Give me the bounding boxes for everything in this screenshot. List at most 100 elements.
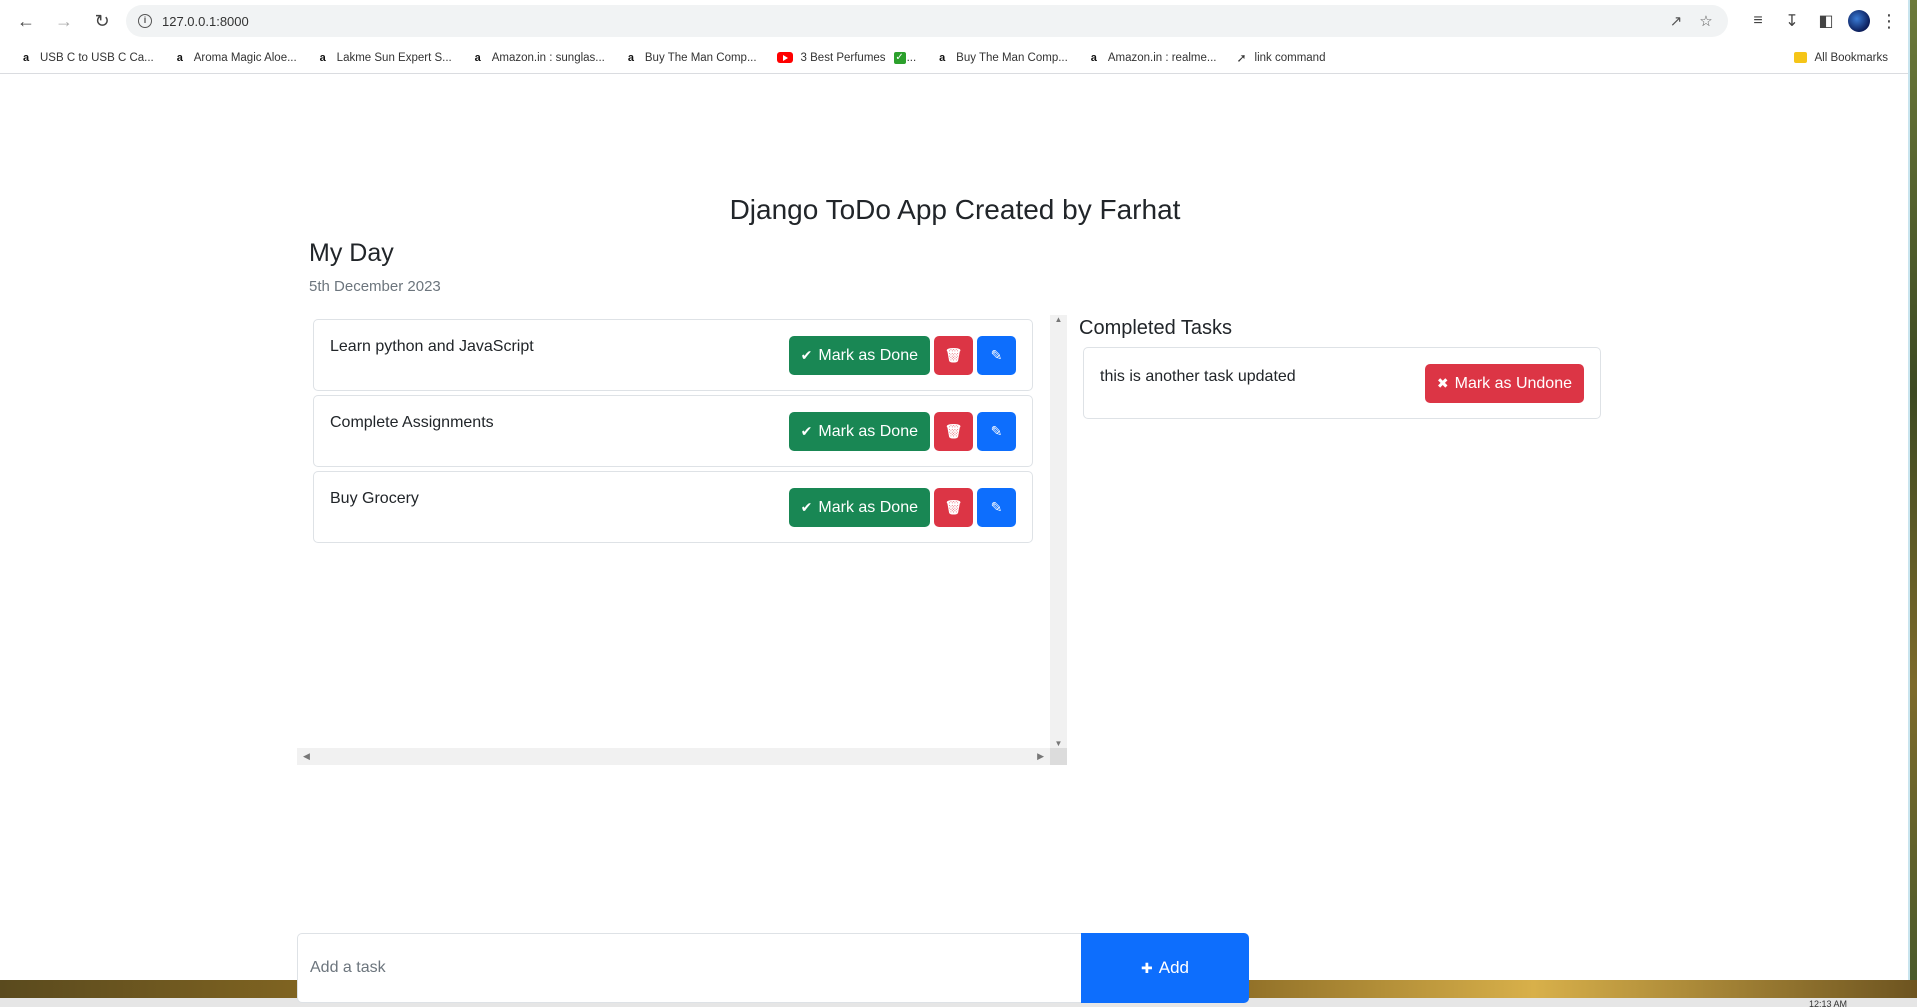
task-actions: ✖ Mark as Undone bbox=[1424, 364, 1584, 403]
bookmark-item[interactable]: 3 Best Perfumes ✓... bbox=[776, 51, 917, 64]
day-title: My Day bbox=[309, 239, 394, 267]
tasks-scroll-container[interactable]: Learn python and JavaScript ✔ Mark as Do… bbox=[297, 315, 1067, 765]
bookmark-label: Amazon.in : realme... bbox=[1107, 51, 1217, 64]
mark-done-button[interactable]: ✔ Mark as Done bbox=[788, 336, 930, 375]
completed-task-text: this is another task updated bbox=[1100, 368, 1296, 385]
pencil-icon: ✎ bbox=[990, 423, 1003, 439]
reload-icon[interactable]: ↻ bbox=[88, 7, 116, 35]
edit-button[interactable]: ✎ bbox=[977, 412, 1016, 451]
amazon-icon: a bbox=[1090, 51, 1097, 64]
check-icon: ✔ bbox=[800, 347, 813, 363]
bookmark-label: Lakme Sun Expert S... bbox=[336, 51, 452, 64]
task-actions: ✔ Mark as Done 🗑 ✎ bbox=[788, 336, 1016, 375]
folder-icon bbox=[1793, 52, 1807, 63]
mark-done-label: Mark as Done bbox=[818, 498, 918, 516]
profile-avatar-icon[interactable] bbox=[1848, 10, 1870, 32]
bookmark-item[interactable]: ➚ link command bbox=[1236, 51, 1325, 65]
taskbar-clock: 12:13 AM bbox=[1808, 999, 1847, 1007]
mark-done-label: Mark as Done bbox=[818, 422, 918, 440]
bookmark-label: Buy The Man Comp... bbox=[644, 51, 757, 64]
delete-button[interactable]: 🗑 bbox=[934, 488, 973, 527]
add-task-button[interactable]: ✚ Add bbox=[1081, 933, 1249, 1003]
bookmark-item[interactable]: a Aroma Magic Aloe... bbox=[174, 52, 297, 64]
scroll-left-icon[interactable]: ◀ bbox=[303, 751, 310, 762]
bookmark-ellipsis: ... bbox=[906, 51, 917, 64]
task-text: Learn python and JavaScript bbox=[330, 338, 534, 355]
bookmark-item[interactable]: a Lakme Sun Expert S... bbox=[317, 52, 452, 64]
downloads-icon[interactable]: ↧ bbox=[1780, 11, 1804, 31]
bookmark-label: Aroma Magic Aloe... bbox=[193, 51, 297, 64]
bookmarks-bar: a USB C to USB C Ca... a Aroma Magic Alo… bbox=[0, 42, 1908, 74]
browser-window: ← → ↻ i 127.0.0.1:8000 ↗ ☆ ≡ ↧ ◧ ⋮ a USB… bbox=[0, 0, 1910, 1003]
bookmark-item[interactable]: a Amazon.in : realme... bbox=[1088, 52, 1217, 64]
address-bar[interactable]: i 127.0.0.1:8000 ↗ ☆ bbox=[126, 5, 1728, 37]
page-content: Django ToDo App Created by Farhat My Day… bbox=[0, 74, 1908, 1003]
add-task-input[interactable] bbox=[297, 933, 1081, 1003]
task-actions: ✔ Mark as Done 🗑 ✎ bbox=[788, 488, 1016, 527]
trash-icon: 🗑 bbox=[944, 423, 963, 439]
task-text: Buy Grocery bbox=[330, 490, 419, 507]
all-bookmarks-label: All Bookmarks bbox=[1814, 51, 1889, 64]
trash-icon: 🗑 bbox=[944, 347, 963, 363]
browser-toolbar: ← → ↻ i 127.0.0.1:8000 ↗ ☆ ≡ ↧ ◧ ⋮ bbox=[0, 0, 1908, 42]
amazon-icon: a bbox=[176, 51, 183, 64]
completed-tasks-title: Completed Tasks bbox=[1079, 317, 1233, 339]
browser-menu-icon[interactable]: ⋮ bbox=[1880, 11, 1898, 32]
amazon-icon: a bbox=[939, 51, 946, 64]
youtube-icon bbox=[776, 52, 793, 63]
bookmark-item[interactable]: a Amazon.in : sunglas... bbox=[472, 52, 605, 64]
bookmark-label: Buy The Man Comp... bbox=[956, 51, 1068, 64]
horizontal-scrollbar[interactable]: ◀ ▶ bbox=[297, 748, 1050, 765]
vertical-scrollbar[interactable]: ▲ ▼ bbox=[1050, 315, 1067, 748]
app-title: Django ToDo App Created by Farhat bbox=[729, 194, 1181, 225]
bookmark-item[interactable]: a Buy The Man Comp... bbox=[936, 52, 1068, 64]
trash-icon: 🗑 bbox=[944, 499, 963, 515]
pencil-icon: ✎ bbox=[990, 347, 1003, 363]
scroll-down-icon[interactable]: ▼ bbox=[1050, 739, 1067, 748]
mark-undone-button[interactable]: ✖ Mark as Undone bbox=[1424, 364, 1584, 403]
bookmark-label: 3 Best Perfumes bbox=[800, 51, 886, 64]
bookmark-star-icon[interactable]: ☆ bbox=[1696, 12, 1716, 30]
x-icon: ✖ bbox=[1436, 375, 1449, 391]
check-icon: ✔ bbox=[800, 423, 813, 439]
back-icon[interactable]: ← bbox=[12, 7, 40, 35]
mark-done-button[interactable]: ✔ Mark as Done bbox=[788, 488, 930, 527]
pencil-icon: ✎ bbox=[990, 499, 1003, 515]
add-button-label: Add bbox=[1158, 958, 1189, 977]
site-info-icon[interactable]: i bbox=[138, 14, 152, 28]
checkmark-emoji-icon: ✓ bbox=[893, 51, 906, 64]
edit-button[interactable]: ✎ bbox=[977, 336, 1016, 375]
check-icon: ✔ bbox=[800, 499, 813, 515]
completed-task-card: this is another task updated ✖ Mark as U… bbox=[1083, 347, 1601, 419]
reading-list-icon[interactable]: ≡ bbox=[1746, 12, 1770, 30]
bookmark-label: link command bbox=[1254, 51, 1326, 64]
bookmark-item[interactable]: a USB C to USB C Ca... bbox=[20, 52, 154, 64]
scroll-corner bbox=[1050, 748, 1067, 765]
share-icon[interactable]: ↗ bbox=[1666, 12, 1686, 30]
mark-done-button[interactable]: ✔ Mark as Done bbox=[788, 412, 930, 451]
add-task-form: ✚ Add bbox=[297, 933, 1249, 1003]
side-panel-icon[interactable]: ◧ bbox=[1814, 11, 1838, 31]
bookmark-item[interactable]: a Buy The Man Comp... bbox=[625, 52, 757, 64]
bookmark-label: USB C to USB C Ca... bbox=[40, 51, 154, 64]
edit-button[interactable]: ✎ bbox=[977, 488, 1016, 527]
delete-button[interactable]: 🗑 bbox=[934, 336, 973, 375]
plus-icon: ✚ bbox=[1141, 959, 1153, 976]
url-text[interactable]: 127.0.0.1:8000 bbox=[162, 14, 1656, 29]
task-text: Complete Assignments bbox=[330, 414, 494, 431]
amazon-icon: a bbox=[319, 51, 326, 64]
link-icon: ➚ bbox=[1236, 50, 1247, 65]
mark-undone-label: Mark as Undone bbox=[1454, 374, 1572, 392]
task-card: Buy Grocery ✔ Mark as Done 🗑 ✎ bbox=[313, 471, 1033, 543]
task-card: Complete Assignments ✔ Mark as Done 🗑 ✎ bbox=[313, 395, 1033, 467]
all-bookmarks-button[interactable]: All Bookmarks bbox=[1793, 51, 1889, 64]
amazon-icon: a bbox=[22, 51, 30, 64]
delete-button[interactable]: 🗑 bbox=[934, 412, 973, 451]
amazon-icon: a bbox=[627, 51, 634, 64]
scroll-right-icon[interactable]: ▶ bbox=[1037, 751, 1044, 762]
mark-done-label: Mark as Done bbox=[818, 346, 918, 364]
forward-icon[interactable]: → bbox=[50, 7, 78, 35]
task-card: Learn python and JavaScript ✔ Mark as Do… bbox=[313, 319, 1033, 391]
day-date: 5th December 2023 bbox=[309, 278, 441, 295]
scroll-up-icon[interactable]: ▲ bbox=[1050, 315, 1067, 324]
